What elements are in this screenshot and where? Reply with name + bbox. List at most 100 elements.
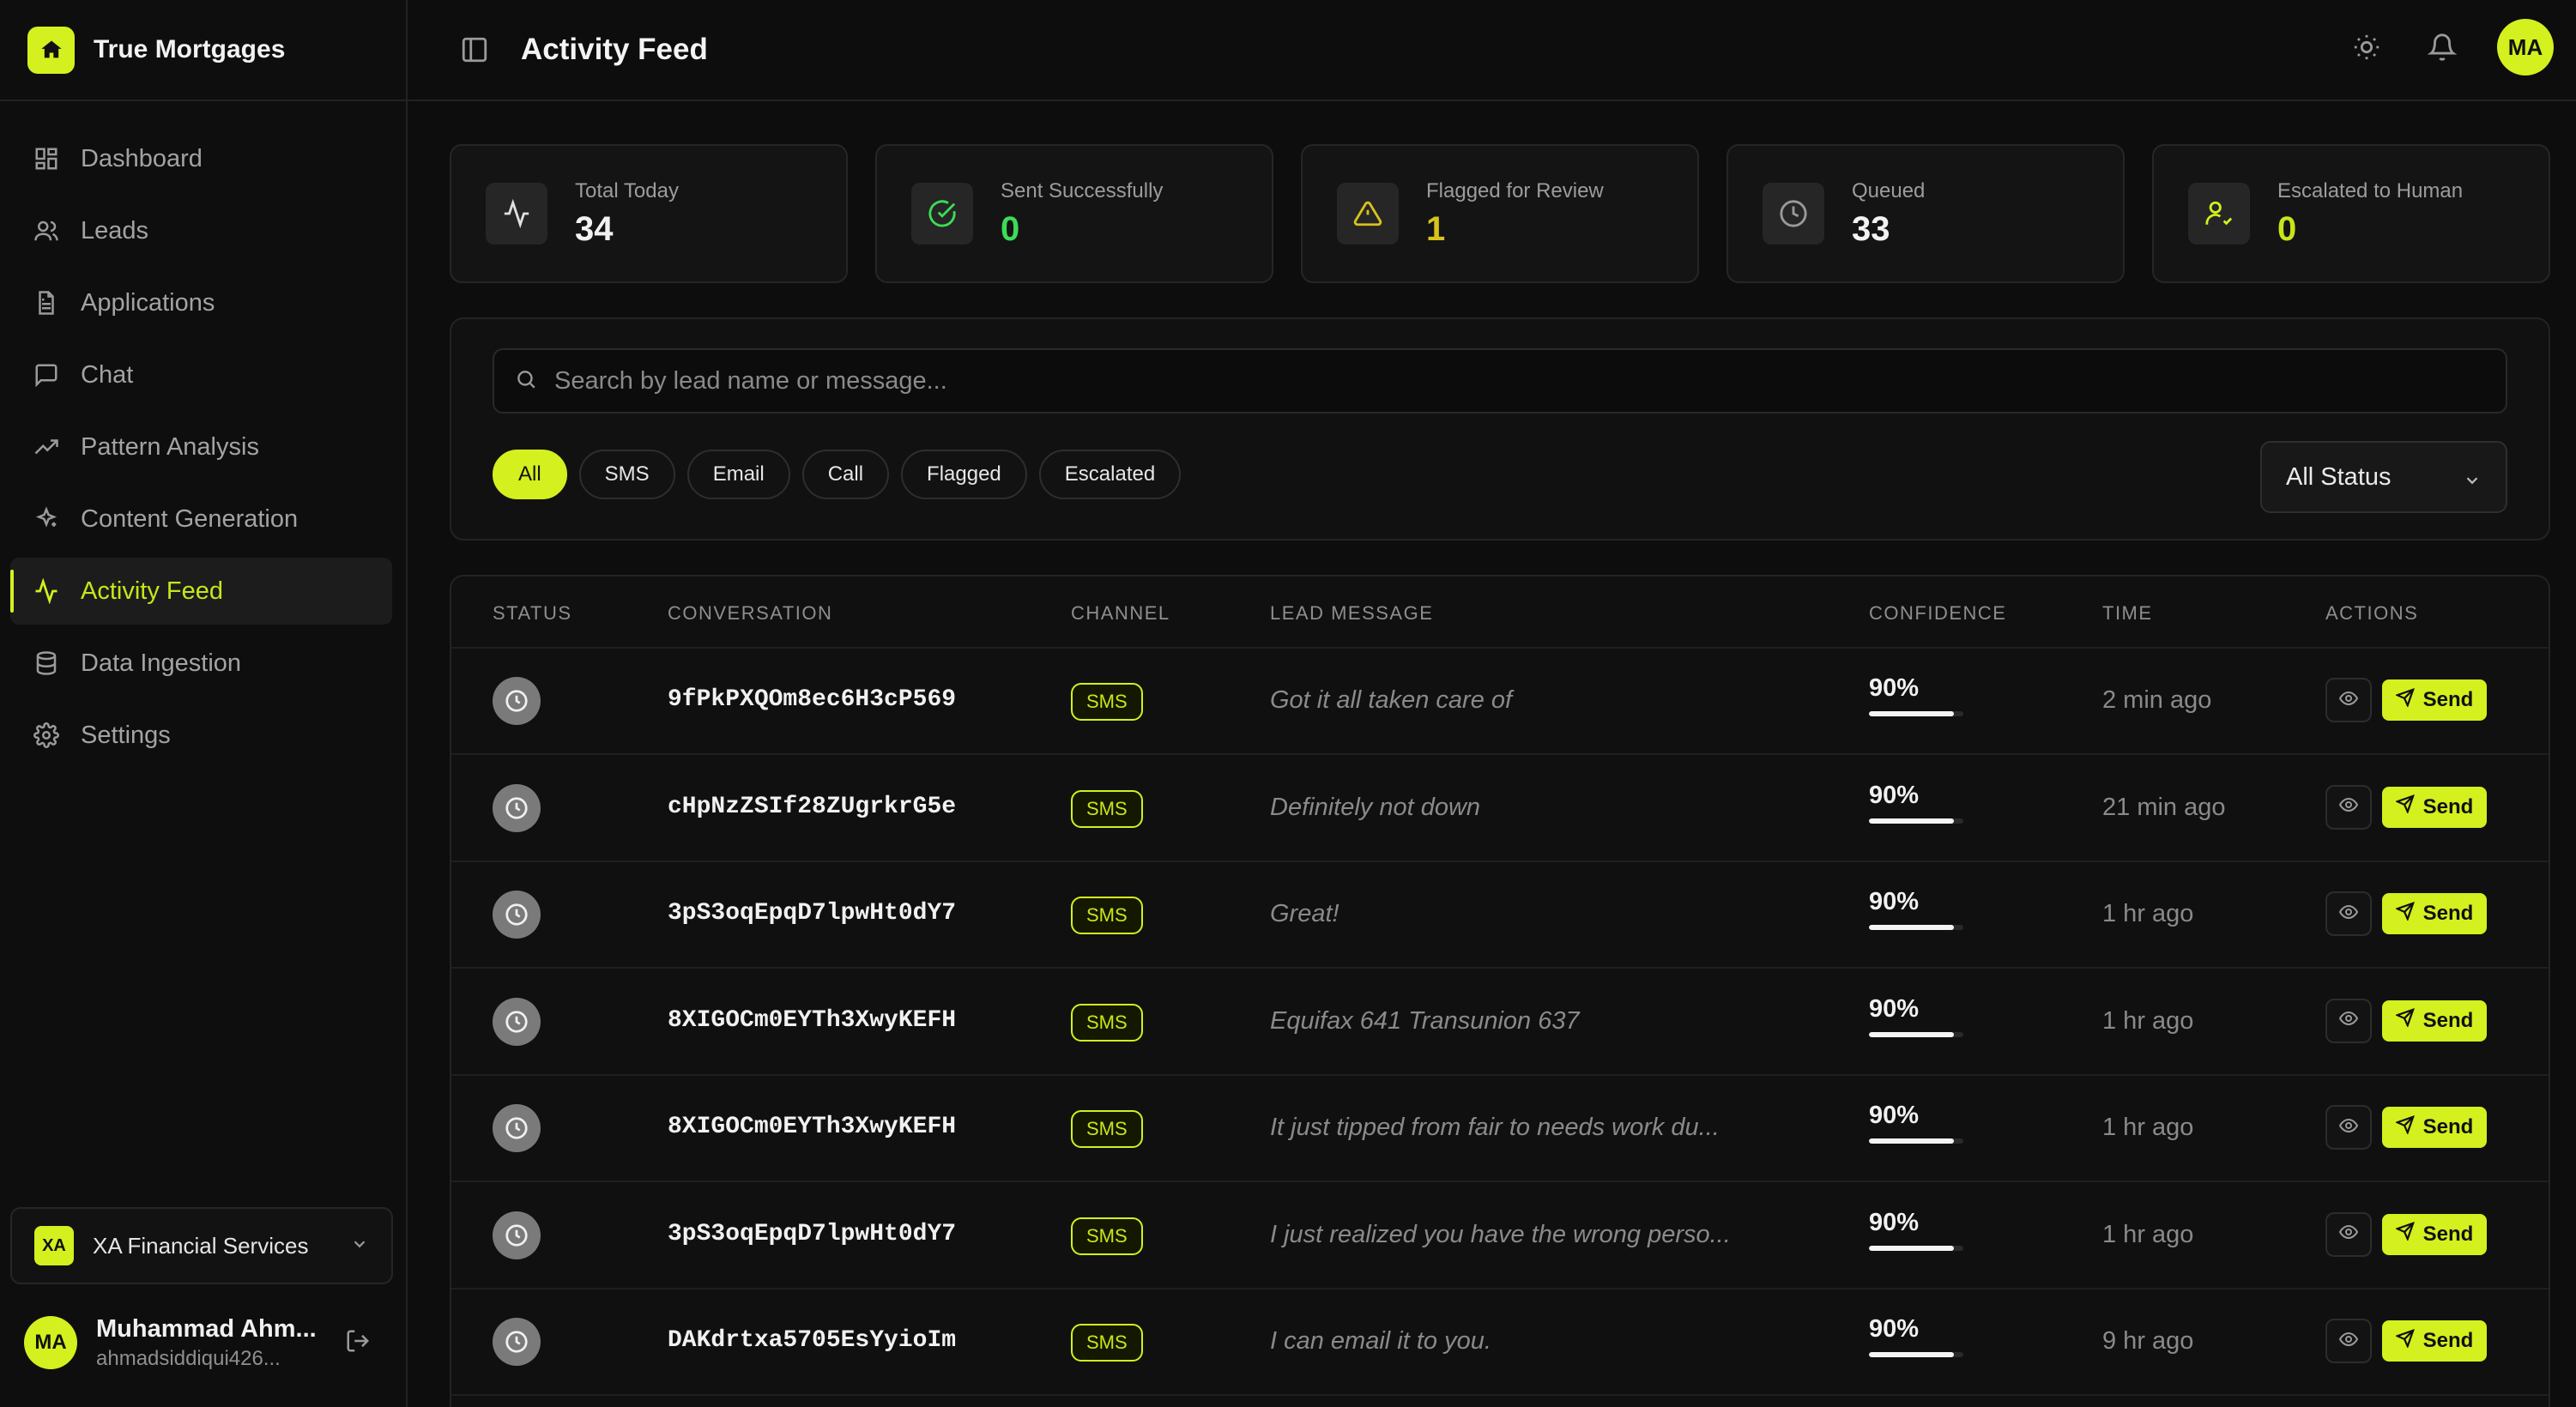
send-button[interactable]: Send xyxy=(2382,786,2487,828)
view-button[interactable] xyxy=(2325,891,2372,936)
channel-badge: SMS xyxy=(1071,1110,1143,1148)
column-header-channel: CHANNEL xyxy=(1071,602,1170,624)
send-button[interactable]: Send xyxy=(2382,679,2487,721)
sidebar-item-activity-feed[interactable]: Activity Feed xyxy=(10,558,392,625)
chevron-down-icon xyxy=(2463,468,2482,497)
time: 1 hr ago xyxy=(2102,1114,2194,1141)
panel-toggle-icon[interactable] xyxy=(457,33,492,67)
stat-value: 1 xyxy=(1426,209,1446,248)
avatar: MA xyxy=(24,1316,77,1369)
send-button[interactable]: Send xyxy=(2382,1213,2487,1255)
lead-message: Got it all taken care of xyxy=(1270,686,1513,714)
send-label: Send xyxy=(2422,1329,2474,1352)
table-row[interactable]: 9fPkPXQOm8ec6H3cP569 SMS Got it all take… xyxy=(451,649,2549,755)
clock-icon xyxy=(493,783,541,832)
clock-icon xyxy=(493,1318,541,1366)
confidence-bar xyxy=(1869,1031,1963,1037)
sidebar-item-data-ingestion[interactable]: Data Ingestion xyxy=(10,630,392,697)
clock-icon xyxy=(1763,183,1824,245)
send-label: Send xyxy=(2422,902,2474,925)
search-box[interactable] xyxy=(493,348,2507,414)
chip-escalated[interactable]: Escalated xyxy=(1038,450,1182,499)
send-button[interactable]: Send xyxy=(2382,999,2487,1042)
chevron-down-icon xyxy=(350,1235,369,1258)
time: 1 hr ago xyxy=(2102,1006,2194,1035)
table-row[interactable]: 8XIGOCm0EYTh3XwyKEFH SMS It just tipped … xyxy=(451,1076,2549,1182)
send-label: Send xyxy=(2422,794,2474,818)
view-button[interactable] xyxy=(2325,998,2372,1043)
stat-label: Escalated to Human xyxy=(2277,178,2464,202)
clock-icon xyxy=(493,677,541,725)
org-switcher[interactable]: XA XA Financial Services xyxy=(10,1207,393,1284)
column-header-status: STATUS xyxy=(493,602,572,624)
send-icon xyxy=(2394,901,2423,927)
conversation-id[interactable]: cHpNzZSIf28ZUgrkrG5e xyxy=(668,794,956,820)
search-icon xyxy=(515,368,537,395)
table-row[interactable]: DAKdrtxa5705EsYyioIm SMS I can email it … xyxy=(451,1289,2549,1396)
send-button[interactable]: Send xyxy=(2382,1107,2487,1148)
sidebar-item-dashboard[interactable]: Dashboard xyxy=(10,125,392,192)
table-row[interactable]: 3pS3oqEpqD7lpwHt0dY7 SMS I just realized… xyxy=(451,1183,2549,1289)
channel-badge: SMS xyxy=(1071,1003,1143,1042)
logout-icon[interactable] xyxy=(345,1328,371,1358)
send-button[interactable]: Send xyxy=(2382,893,2487,934)
view-button[interactable] xyxy=(2325,1105,2372,1150)
conversation-id[interactable]: 9fPkPXQOm8ec6H3cP569 xyxy=(668,686,956,713)
chip-sms[interactable]: SMS xyxy=(578,450,675,499)
bell-icon[interactable] xyxy=(2422,27,2463,68)
lead-message: I just realized you have the wrong perso… xyxy=(1270,1220,1731,1248)
file-text-icon xyxy=(31,287,62,318)
clock-icon xyxy=(493,1211,541,1259)
sidebar-item-settings[interactable]: Settings xyxy=(10,702,392,769)
status-select[interactable]: All Status xyxy=(2260,441,2507,513)
home-icon xyxy=(27,26,75,74)
confidence-value: 90% xyxy=(1869,674,1920,702)
search-input[interactable] xyxy=(554,366,2442,396)
confidence-cell: 90% xyxy=(1869,782,1963,824)
lead-message: Equifax 641 Transunion 637 xyxy=(1270,1006,1580,1035)
conversation-id[interactable]: 3pS3oqEpqD7lpwHt0dY7 xyxy=(668,900,956,927)
chip-all[interactable]: All xyxy=(493,450,567,499)
chip-flagged[interactable]: Flagged xyxy=(901,450,1027,499)
stat-text: Total Today 34 xyxy=(575,179,679,249)
conversation-id[interactable]: 8XIGOCm0EYTh3XwyKEFH xyxy=(668,1007,956,1034)
stat-card-escalated: Escalated to Human 0 xyxy=(2152,144,2550,283)
lead-message: Definitely not down xyxy=(1270,793,1481,821)
sidebar-item-pattern-analysis[interactable]: Pattern Analysis xyxy=(10,414,392,480)
confidence-bar xyxy=(1869,925,1963,930)
brand[interactable]: True Mortgages xyxy=(0,0,406,101)
table-row[interactable]: cHpNzZSIf28ZUgrkrG5e SMS Definitely not … xyxy=(451,756,2549,862)
chip-email[interactable]: Email xyxy=(686,450,790,499)
sidebar-item-applications[interactable]: Applications xyxy=(10,269,392,336)
stat-text: Flagged for Review 1 xyxy=(1426,179,1604,249)
table-row[interactable]: 3pS3oqEpqD7lpwHt0dY7 SMS Great! 90% 1 hr… xyxy=(451,862,2549,969)
sidebar-item-label: Activity Feed xyxy=(81,577,223,605)
conversation-id[interactable]: DAKdrtxa5705EsYyioIm xyxy=(668,1327,956,1354)
column-header-actions: ACTIONS xyxy=(2325,602,2419,624)
table-row[interactable]: 8XIGOCm0EYTh3XwyKEFH SMS Equifax 641 Tra… xyxy=(451,969,2549,1076)
confidence-bar xyxy=(1869,1352,1963,1357)
send-label: Send xyxy=(2422,1222,2474,1246)
sidebar-item-chat[interactable]: Chat xyxy=(10,341,392,408)
view-button[interactable] xyxy=(2325,1211,2372,1257)
chip-call[interactable]: Call xyxy=(801,450,890,499)
clock-icon xyxy=(493,1104,541,1152)
view-button[interactable] xyxy=(2325,784,2372,830)
sun-icon[interactable] xyxy=(2346,27,2387,68)
conversation-id[interactable]: 3pS3oqEpqD7lpwHt0dY7 xyxy=(668,1221,956,1247)
stat-value: 33 xyxy=(1852,209,1890,248)
gear-icon xyxy=(31,720,62,751)
send-button[interactable]: Send xyxy=(2382,1320,2487,1362)
sidebar-item-content-generation[interactable]: Content Generation xyxy=(10,486,392,553)
user-profile[interactable]: MA Muhammad Ahm... ahmadsiddiqui426... xyxy=(24,1313,393,1373)
message-square-icon xyxy=(31,359,62,390)
stat-label: Flagged for Review xyxy=(1426,178,1604,202)
avatar[interactable]: MA xyxy=(2497,19,2554,75)
view-button[interactable] xyxy=(2325,678,2372,722)
send-icon xyxy=(2394,1114,2423,1140)
sidebar-item-leads[interactable]: Leads xyxy=(10,197,392,264)
view-button[interactable] xyxy=(2325,1319,2372,1363)
eye-icon xyxy=(2338,1115,2359,1140)
sidebar-item-label: Dashboard xyxy=(81,144,203,172)
conversation-id[interactable]: 8XIGOCm0EYTh3XwyKEFH xyxy=(668,1114,956,1140)
